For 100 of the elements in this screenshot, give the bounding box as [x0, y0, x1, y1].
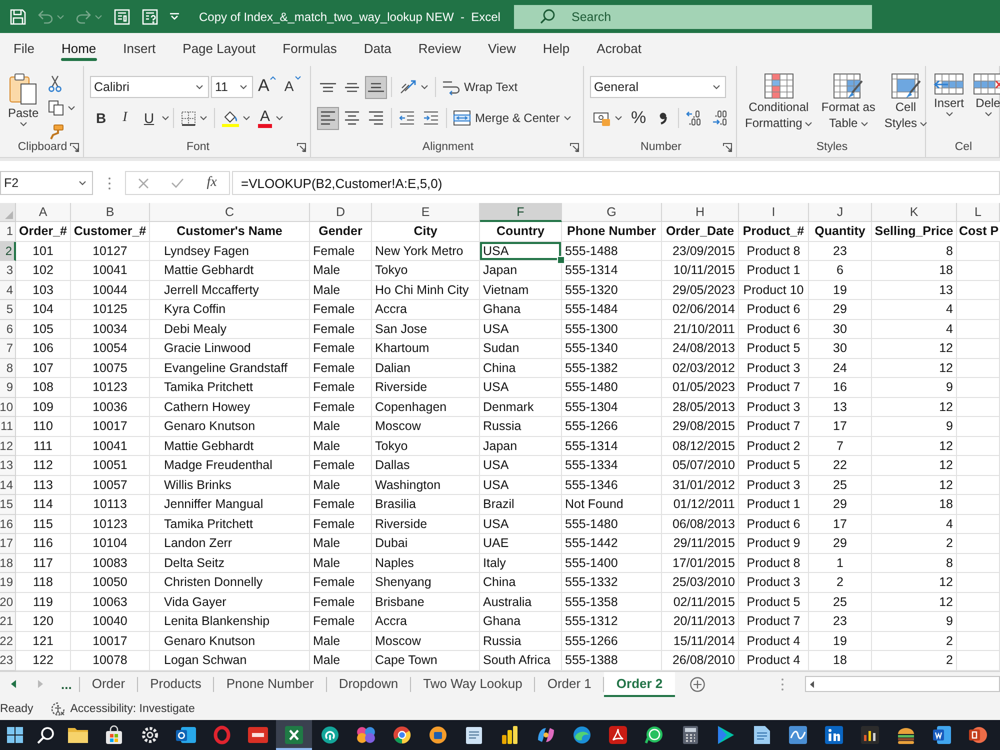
menu-tab[interactable]: Insert — [110, 33, 170, 63]
checkmark-icon — [170, 178, 184, 188]
column-header[interactable]: D — [310, 203, 372, 222]
sheet-tab[interactable]: Two Way Lookup — [411, 672, 534, 697]
table-cell: 6 — [809, 261, 872, 280]
document-tile-icon — [933, 726, 951, 744]
menu-tab[interactable]: Help — [529, 33, 584, 63]
column-header[interactable]: K — [872, 203, 957, 222]
table-cell: New York Metro — [372, 242, 480, 261]
menu-tab[interactable]: File — [0, 33, 48, 63]
column-header[interactable]: I — [739, 203, 809, 222]
wrap-text-button[interactable]: Wrap Text — [440, 76, 520, 98]
active-cell: USA — [480, 242, 562, 261]
dialog-launcher-icon[interactable] — [70, 142, 79, 152]
table-cell: Product 5 — [739, 592, 809, 612]
insert-function-button[interactable]: fx — [198, 173, 225, 193]
menu-tab[interactable]: View — [474, 33, 530, 63]
column-header[interactable]: F — [480, 203, 562, 222]
row-header[interactable]: 17 — [0, 534, 16, 554]
row-header[interactable]: 11 — [0, 417, 16, 436]
menu-tab[interactable]: Page Layout — [169, 33, 270, 63]
row-header[interactable]: 1 — [0, 222, 16, 242]
paste-button[interactable]: Paste — [6, 71, 41, 138]
column-header[interactable]: A — [16, 203, 71, 222]
sheet-tab[interactable]: Order 2 — [604, 672, 675, 697]
dialog-launcher-icon[interactable] — [297, 142, 306, 152]
table-cell: Copenhagen — [372, 398, 480, 417]
menu-tab[interactable]: Review — [404, 33, 474, 63]
sheet-tab[interactable]: Order — [80, 672, 138, 697]
row-header[interactable]: 3 — [0, 261, 16, 280]
row-header[interactable]: 9 — [0, 378, 16, 398]
row-header[interactable]: 2 — [0, 242, 16, 261]
italic-button[interactable]: I — [114, 106, 136, 130]
font-name-field[interactable]: Calibri — [90, 76, 209, 98]
table-cell: USA — [480, 320, 562, 339]
bold-button[interactable]: B — [90, 106, 112, 130]
column-header[interactable]: J — [809, 203, 872, 222]
row-header[interactable]: 23 — [0, 651, 16, 670]
row-header[interactable]: 20 — [0, 592, 16, 612]
row-header[interactable]: 10 — [0, 398, 16, 417]
underline-button[interactable]: U — [138, 106, 160, 130]
horizontal-scrollbar[interactable] — [805, 676, 1000, 692]
row-header[interactable]: 6 — [0, 320, 16, 339]
menu-tab[interactable]: Acrobat — [583, 33, 655, 63]
percent-style-button[interactable]: % — [627, 106, 650, 130]
accessibility-status[interactable]: Accessibility: Investigate — [70, 702, 195, 714]
column-header[interactable]: L — [957, 203, 1000, 222]
row-header[interactable]: 8 — [0, 358, 16, 378]
search-field[interactable]: Search — [514, 4, 872, 28]
taskbar-button[interactable] — [276, 720, 312, 750]
column-header[interactable]: G — [562, 203, 662, 222]
dialog-launcher-icon[interactable] — [723, 142, 732, 152]
column-header[interactable]: B — [71, 203, 150, 222]
shrink-font-button[interactable]: A — [281, 76, 304, 98]
merge-center-button[interactable]: Merge & Center — [451, 106, 573, 130]
delete-cells-button[interactable]: Dele — [971, 71, 1000, 138]
table-cell: 10057 — [71, 476, 150, 495]
dialog-launcher-icon[interactable] — [570, 142, 579, 152]
row-header[interactable]: 4 — [0, 280, 16, 300]
formula-field[interactable]: =VLOOKUP(B2,Customer!A:E,5,0) — [232, 171, 1000, 195]
align-left-button[interactable] — [317, 106, 339, 130]
row-header[interactable]: 12 — [0, 436, 16, 456]
row-header[interactable]: 5 — [0, 300, 16, 320]
row-header[interactable]: 19 — [0, 573, 16, 592]
table-cell: USA — [480, 378, 562, 398]
table-cell: 555-1334 — [562, 456, 662, 476]
row-header[interactable]: 22 — [0, 632, 16, 651]
name-box[interactable]: F2 — [0, 171, 93, 195]
conditional-styles-button[interactable]: Conditional Formatting — [743, 71, 814, 138]
sheet-tab[interactable]: Pnone Number — [214, 672, 326, 697]
column-header[interactable]: E — [372, 203, 480, 222]
grow-font-button[interactable]: A — [255, 76, 280, 98]
menu-tab[interactable]: Data — [350, 33, 405, 63]
row-header[interactable]: 18 — [0, 554, 16, 573]
undo-icon — [38, 10, 53, 23]
align-bottom-button[interactable] — [365, 76, 387, 98]
more-sheets-button[interactable]: ... — [54, 672, 79, 697]
cell-styles-button[interactable]: Cell Styles — [882, 71, 930, 138]
row-header[interactable]: 15 — [0, 495, 16, 514]
fill-handle-icon[interactable] — [558, 257, 564, 263]
font-color-button[interactable]: A — [255, 106, 286, 130]
column-header[interactable]: H — [662, 203, 739, 222]
table-cell: 4 — [872, 300, 957, 320]
row-header[interactable]: 16 — [0, 514, 16, 534]
column-header[interactable]: C — [150, 203, 310, 222]
row-header[interactable]: 7 — [0, 339, 16, 358]
sheet-tab[interactable]: Order 1 — [535, 672, 604, 697]
table-cell: Denmark — [480, 398, 562, 417]
number-format-field[interactable]: General — [590, 76, 726, 98]
menu-tab[interactable]: Formulas — [269, 33, 350, 63]
font-size-field[interactable]: 11 — [211, 76, 253, 98]
row-header[interactable]: 14 — [0, 476, 16, 495]
menu-tab[interactable]: Home — [48, 33, 110, 63]
table-cell: 4 — [872, 514, 957, 534]
sheet-tab[interactable]: Dropdown — [326, 672, 410, 697]
table-styles-button[interactable]: Format as Table — [819, 71, 878, 138]
sheet-tab[interactable]: Products — [138, 672, 214, 697]
row-header[interactable]: 13 — [0, 456, 16, 476]
insert-cells-button[interactable]: Insert — [932, 71, 966, 138]
row-header[interactable]: 21 — [0, 612, 16, 632]
